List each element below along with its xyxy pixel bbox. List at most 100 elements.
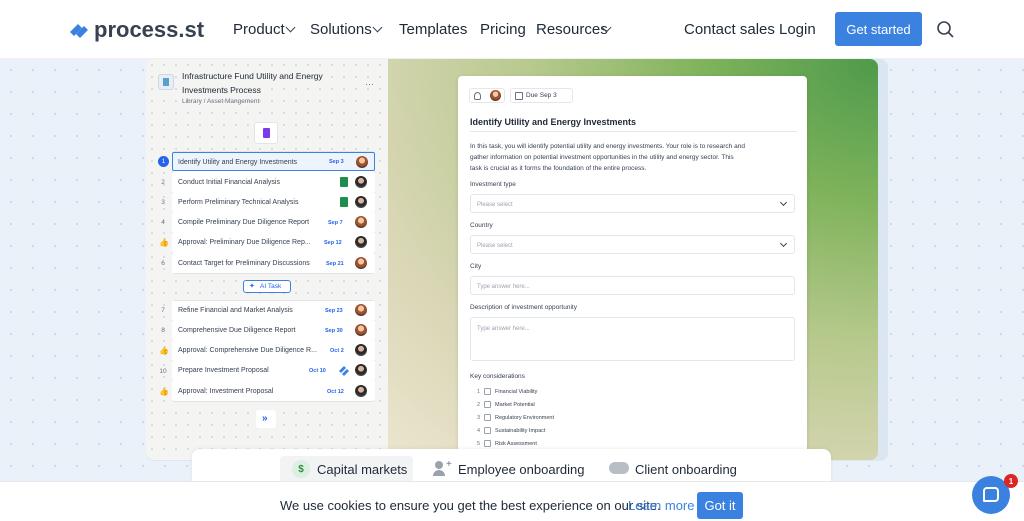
got-it-button[interactable]: Got it (697, 492, 743, 519)
task-label: Conduct Initial Financial Analysis (178, 179, 280, 186)
login-link[interactable]: Login (779, 21, 816, 39)
task-due-date: Sep 3 (329, 159, 344, 165)
checklist-number: 1 (477, 389, 481, 395)
task-due-date: Sep 30 (325, 328, 343, 334)
avatar (355, 176, 367, 188)
checklist-label: Financial Viability (495, 389, 538, 395)
task-number-badge: 1 (158, 156, 169, 167)
due-date-button[interactable]: Due Sep 3 (510, 88, 573, 103)
more-menu-icon[interactable]: ··· (365, 80, 374, 89)
nav-solutions[interactable]: Solutions (310, 21, 372, 39)
chevron-down-icon (779, 239, 788, 248)
tab-label: Capital markets (317, 462, 408, 477)
city-label: City (470, 263, 482, 270)
task-row[interactable]: Comprehensive Due Diligence Report Sep 3… (172, 321, 375, 340)
task-row[interactable]: Approval: Comprehensive Due Diligence R.… (172, 341, 375, 360)
doc-icon (254, 122, 278, 144)
task-due-date: Oct 10 (309, 368, 326, 374)
task-number: 4 (161, 219, 165, 226)
assign-user-button[interactable] (469, 88, 505, 103)
calendar-icon (515, 92, 523, 100)
avatar (355, 324, 367, 336)
avatar (355, 257, 367, 269)
checklist-label: Regulatory Environment (495, 415, 555, 421)
logo-text: process.st (94, 17, 205, 42)
checkbox[interactable] (484, 401, 491, 408)
investment-type-select[interactable]: Please select (470, 194, 795, 213)
learn-more-link[interactable]: Learn more (628, 498, 694, 514)
input-placeholder: Type answer here... (477, 284, 530, 290)
task-row[interactable]: Conduct Initial Financial Analysis (172, 173, 375, 192)
sheets-icon (340, 177, 348, 187)
description-textarea[interactable]: Type answer here... (470, 317, 795, 361)
template-title: Investments Process (182, 85, 261, 95)
task-row[interactable]: Prepare Investment Proposal Oct 10 (172, 361, 375, 380)
task-row[interactable]: Perform Preliminary Technical Analysis (172, 193, 375, 212)
thumbs-up-icon: 👍 (159, 238, 169, 247)
checklist-label: Sustainability Impact (495, 428, 546, 434)
search-icon[interactable] (936, 20, 955, 39)
checklist-number: 4 (477, 428, 481, 434)
sheets-icon (340, 197, 348, 207)
investment-type-label: Investment type (470, 181, 516, 188)
task-row[interactable]: Contact Target for Preliminary Discussio… (172, 254, 375, 273)
avatar (355, 344, 367, 356)
task-label: Approval: Preliminary Due Diligence Rep.… (178, 239, 311, 246)
tab-label: Client onboarding (635, 462, 737, 477)
task-row[interactable]: Approval: Preliminary Due Diligence Rep.… (172, 233, 375, 252)
key-considerations-label: Key considerations (470, 373, 525, 380)
process-street-icon (339, 366, 349, 376)
tab-client-onboarding[interactable]: Client onboarding (600, 456, 740, 483)
task-label: Prepare Investment Proposal (178, 367, 269, 374)
task-label: Comprehensive Due Diligence Report (178, 327, 296, 334)
task-row[interactable]: Refine Financial and Market Analysis Sep… (172, 301, 375, 320)
task-row[interactable]: Approval: Investment Proposal Oct 12 (172, 381, 375, 400)
checkbox[interactable] (484, 414, 491, 421)
task-description: In this task, you will identify potentia… (470, 143, 745, 150)
checkbox[interactable] (484, 440, 491, 447)
description-label: Description of investment opportunity (470, 304, 577, 311)
task-label: Approval: Comprehensive Due Diligence R.… (178, 347, 317, 354)
task-label: Approval: Investment Proposal (178, 388, 274, 395)
task-row-active[interactable]: Identify Utility and Energy Investments … (172, 152, 375, 171)
avatar (355, 216, 367, 228)
checklist-label: Risk Assessment (495, 441, 537, 447)
top-nav: process.st Product Solutions Templates P… (0, 0, 1024, 59)
double-chevron-icon[interactable]: » (256, 410, 276, 428)
logo-icon (70, 24, 88, 38)
avatar (355, 385, 367, 397)
due-date-label: Due Sep 3 (526, 92, 557, 99)
nav-pricing[interactable]: Pricing (480, 21, 526, 39)
task-description: task is crucial as it forms the foundati… (470, 165, 647, 172)
task-description: gather information on potential investme… (470, 154, 734, 161)
nav-product[interactable]: Product (233, 21, 285, 39)
tab-capital-markets[interactable]: $ Capital markets (280, 456, 413, 483)
divider (470, 131, 797, 132)
country-select[interactable]: Please select (470, 235, 795, 254)
task-row[interactable]: Compile Preliminary Due Diligence Report… (172, 213, 375, 232)
ai-task-button[interactable]: ✦ AI Task (243, 280, 291, 293)
task-label: Compile Preliminary Due Diligence Report (178, 219, 310, 226)
avatar (356, 156, 368, 168)
checkbox[interactable] (484, 388, 491, 395)
nav-templates[interactable]: Templates (399, 21, 467, 39)
task-due-date: Oct 2 (330, 348, 344, 354)
money-icon: $ (292, 460, 310, 478)
get-started-button[interactable]: Get started (835, 12, 922, 46)
contact-sales-link[interactable]: Contact sales (684, 21, 775, 39)
template-icon (158, 74, 174, 90)
tab-employee-onboarding[interactable]: + Employee onboarding (425, 456, 585, 483)
task-number: 2 (161, 179, 165, 186)
task-due-date: Sep 23 (325, 308, 343, 314)
add-user-icon (433, 461, 445, 476)
template-title: Infrastructure Fund Utility and Energy (182, 71, 323, 81)
avatar (355, 304, 367, 316)
checkbox[interactable] (484, 427, 491, 434)
nav-resources[interactable]: Resources (536, 21, 608, 39)
task-label: Contact Target for Preliminary Discussio… (178, 260, 310, 267)
thumbs-up-icon: 👍 (159, 346, 169, 355)
logo[interactable]: process.st (68, 17, 204, 43)
city-input[interactable]: Type answer here... (470, 276, 795, 295)
ai-task-label: AI Task (260, 283, 282, 290)
notification-badge: 1 (1004, 474, 1018, 488)
